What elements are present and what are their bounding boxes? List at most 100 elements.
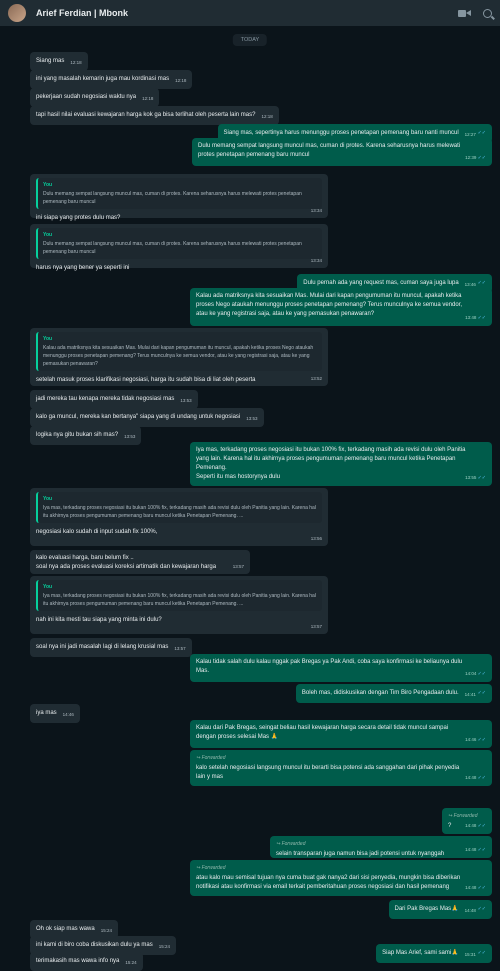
quoted-message[interactable]: You Dulu memang sempat langsung muncul m… <box>36 178 322 209</box>
message-time: 14:48 <box>465 823 477 828</box>
forwarded-message[interactable]: ↪ Forwarded ? 14:48 ✓✓ <box>442 808 492 834</box>
message-time: 14:46 <box>465 737 477 742</box>
double-check-icon: ✓✓ <box>477 671 486 677</box>
outgoing-message[interactable]: Siap Mas Arief, sami sami🙏 15:31 ✓✓ <box>376 944 492 963</box>
message-time: 14:48 <box>465 847 477 852</box>
message-time: 15:24 <box>158 944 170 949</box>
date-chip: TODAY <box>232 34 268 46</box>
message-time: 12:18 <box>261 114 273 119</box>
double-check-icon: ✓✓ <box>477 906 486 912</box>
message-text: Oh ok siap mas wawa <box>36 926 95 932</box>
outgoing-message[interactable]: Kalau tidak salah dulu kalau nggak pak B… <box>190 654 492 682</box>
quote-author: You <box>43 584 53 590</box>
incoming-message[interactable]: kalo evaluasi harga, baru belum fix .. s… <box>30 550 250 574</box>
incoming-message[interactable]: logika nya gitu bukan sih mas? 13:53 <box>30 426 142 445</box>
message-time: 12:18 <box>175 78 187 83</box>
incoming-message[interactable]: Siang mas 12:18 <box>30 52 88 71</box>
double-check-icon: ✓✓ <box>477 847 486 853</box>
message-text: ini kami di biro coba diskusikan dulu ya… <box>36 942 153 948</box>
video-call-icon[interactable] <box>458 9 471 18</box>
message-time: 14:04 <box>465 671 477 676</box>
quote-text: Iya mas, terkadang proses negosiasi itu … <box>43 593 316 607</box>
contact-name[interactable]: Arief Ferdian | Mbonk <box>36 8 458 18</box>
double-check-icon: ✓✓ <box>477 315 486 321</box>
message-text: terimakasih mas wawa info nya <box>36 958 120 964</box>
double-check-icon: ✓✓ <box>477 950 486 956</box>
outgoing-message[interactable]: Kalau ada matriksnya kita sesuaikan Mas.… <box>190 288 492 326</box>
message-text: kalo evaluasi harga, baru belum fix .. s… <box>36 555 217 570</box>
quoted-message[interactable]: You Iya mas, terkadang proses negosiasi … <box>36 492 322 523</box>
quote-text: Kalau ada matriksnya kita sesuaikan Mas.… <box>43 345 314 367</box>
message-time: 12:39 <box>465 155 477 160</box>
quoted-message[interactable]: You Dulu memang sempat langsung muncul m… <box>36 228 322 259</box>
incoming-message[interactable]: ini yang masalah kemarin juga mau kordin… <box>30 70 193 89</box>
message-text: Siang mas <box>36 58 65 64</box>
message-text: negosiasi kalo sudah di input sudah fix … <box>36 529 158 535</box>
quote-text: Iya mas, terkadang proses negosiasi itu … <box>43 505 316 519</box>
message-time: 13:46 <box>464 282 476 287</box>
double-check-icon: ✓✓ <box>477 737 486 743</box>
incoming-message[interactable]: tapi hasil nilai evaluasi kewajaran harg… <box>30 106 279 125</box>
message-time: 12:27 <box>464 132 476 137</box>
incoming-message[interactable]: pekerjaan sudah negosiasi waktu nya 12:18 <box>30 88 160 107</box>
quote-author: You <box>43 336 53 342</box>
incoming-message[interactable]: soal nya ini jadi masalah lagi di lelang… <box>30 638 192 657</box>
forwarded-label: Forwarded <box>281 841 306 847</box>
message-time: 13:57 <box>174 646 186 651</box>
message-text: iya mas <box>36 710 57 716</box>
quoted-message[interactable]: You Iya mas, terkadang proses negosiasi … <box>36 580 322 611</box>
double-check-icon: ✓✓ <box>477 475 486 481</box>
message-text: Kalau ada matriksnya kita sesuaikan Mas.… <box>196 293 463 317</box>
forwarded-label: Forwarded <box>201 865 226 871</box>
outgoing-message[interactable]: Iya mas, terkadang proses negosiasi itu … <box>190 442 492 486</box>
message-time: 15:31 <box>464 952 476 957</box>
message-time: 13:52 <box>310 376 322 381</box>
incoming-reply-message[interactable]: You Kalau ada matriksnya kita sesuaikan … <box>30 328 328 386</box>
message-text: tapi hasil nilai evaluasi kewajaran harg… <box>36 112 256 118</box>
message-time: 14:46 <box>62 712 74 717</box>
message-time: 12:18 <box>70 60 82 65</box>
incoming-reply-message[interactable]: You Dulu memang sempat langsung muncul m… <box>30 174 328 221</box>
forwarded-message[interactable]: ↪ Forwarded selain transparan juga namun… <box>270 836 492 858</box>
search-icon[interactable] <box>483 8 492 18</box>
incoming-reply-message[interactable]: You Iya mas, terkadang proses negosiasi … <box>30 488 328 546</box>
forwarded-message[interactable]: ↪ Forwarded atau kalo mau semisal tujuan… <box>190 860 492 896</box>
message-time: 13:48 <box>465 315 477 320</box>
message-time: 14:48 <box>465 885 477 890</box>
message-text: logika nya gitu bukan sih mas? <box>36 432 119 438</box>
forwarded-message[interactable]: ↪ Forwarded kalo setelah negosiasi langs… <box>190 750 492 786</box>
message-text: harus nya yang bener ya seperti ini <box>36 265 130 271</box>
double-check-icon: ✓✓ <box>477 690 486 696</box>
message-text: soal nya ini jadi masalah lagi di lelang… <box>36 644 169 650</box>
contact-avatar[interactable] <box>8 4 26 22</box>
message-time: 13:57 <box>232 564 244 569</box>
message-time: 15:24 <box>125 960 137 965</box>
incoming-message[interactable]: terimakasih mas wawa info nya 15:24 <box>30 952 143 971</box>
message-text: ? <box>448 823 452 829</box>
message-text: Siang mas, sepertinya harus menunggu pro… <box>223 130 459 136</box>
quote-text: Dulu memang sempat langsung muncul mas, … <box>43 241 302 255</box>
message-text: Kalau dari Pak Bregas, seingat beliau ha… <box>196 725 449 740</box>
quote-author: You <box>43 182 53 188</box>
outgoing-message[interactable]: Dulu memang sempat langsung muncul mas, … <box>192 138 492 166</box>
double-check-icon: ✓✓ <box>477 155 486 161</box>
message-time: 13:53 <box>124 434 136 439</box>
incoming-message[interactable]: kalo ga muncul, mereka kan bertanya" sia… <box>30 408 264 427</box>
incoming-message[interactable]: iya mas 14:46 <box>30 704 80 723</box>
outgoing-message[interactable]: Dari Pak Bregas Mas🙏 14:48 ✓✓ <box>388 900 492 919</box>
outgoing-message[interactable]: Kalau dari Pak Bregas, seingat beliau ha… <box>190 720 492 748</box>
incoming-reply-message[interactable]: You Iya mas, terkadang proses negosiasi … <box>30 576 328 634</box>
message-text: setelah masuk proses klarifikasi negosia… <box>36 377 256 383</box>
message-time: 14:48 <box>464 908 476 913</box>
incoming-message[interactable]: jadi mereka tau kenapa mereka tidak nego… <box>30 390 198 409</box>
message-time: 13:55 <box>465 475 477 480</box>
message-list[interactable]: TODAY Siang mas 12:18 ini yang masalah ke… <box>0 26 500 971</box>
outgoing-message[interactable]: Boleh mas, didiskusikan dengan Tim Biro … <box>295 684 492 703</box>
quoted-message[interactable]: You Kalau ada matriksnya kita sesuaikan … <box>36 332 322 371</box>
message-text: Siap Mas Arief, sami sami🙏 <box>382 950 459 956</box>
message-time: 13:34 <box>310 208 322 213</box>
chat-header: Arief Ferdian | Mbonk <box>0 0 500 26</box>
message-time: 14:41 <box>464 692 476 697</box>
incoming-reply-message[interactable]: You Dulu memang sempat langsung muncul m… <box>30 224 328 271</box>
message-text: ini yang masalah kemarin juga mau kordin… <box>36 76 170 82</box>
